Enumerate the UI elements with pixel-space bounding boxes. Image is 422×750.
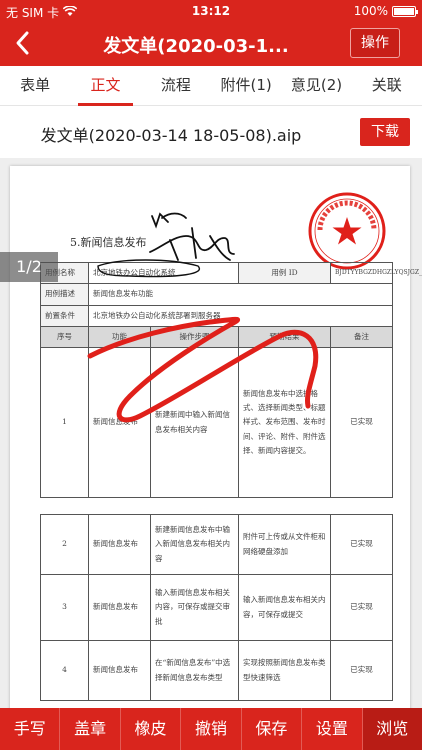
case-name-value: 北京地铁办公自动化系统 (88, 261, 239, 285)
section-title: 5.新闻信息发布 (70, 236, 147, 249)
col-note: 备注 (330, 325, 393, 349)
row-steps: 新建新闻信息发布中输入新闻信息发布相关内容 (150, 514, 239, 575)
top-header: 无 SIM 卡 13:12 100% 发文单(2020-03-1... 操作 (0, 0, 422, 66)
col-function: 功能 (88, 325, 151, 349)
row-note: 已实现 (330, 514, 393, 575)
file-name: 发文单(2020-03-14 18-05-08).aip (40, 126, 302, 145)
bottom-toolbar: 手写 盖章 橡皮 撤销 保存 设置 浏览 (0, 708, 422, 750)
test-case-table-continued: 2 新闻信息发布 新建新闻信息发布中输入新闻信息发布相关内容 附件可上传或从文件… (40, 514, 393, 701)
table-row: 3 新闻信息发布 输入新闻信息发布相关内容，可保存或提交审批 输入新闻信息发布相… (40, 574, 393, 641)
row-no: 3 (40, 574, 89, 641)
table-header-row: 序号 功能 操作步骤 预期结果 备注 (40, 325, 393, 349)
row-note: 已实现 (330, 347, 393, 498)
undo-button[interactable]: 撤销 (181, 708, 242, 750)
case-id-label: 用例 ID (238, 261, 331, 285)
case-id-value: BJDTYYBGZDHGZLYQSJGZ_GNCS_003 (330, 261, 422, 285)
row-expected: 实现按照新闻信息发布类型快速筛选 (238, 640, 331, 701)
download-button[interactable]: 下载 (360, 118, 410, 146)
document-page[interactable]: 5.新闻信息发布 用例名称 北京地铁办公自动化系统 用例 ID BJDTYYBG… (10, 166, 422, 708)
table-row: 1 新闻信息发布 新建新闻中输入新闻信息发布相关内容 新闻信息发布中选择格式、选… (40, 347, 393, 498)
settings-button[interactable]: 设置 (302, 708, 363, 750)
row-expected: 新闻信息发布中选择格式、选择新闻类型、标题样式、发布范围、发布时间、评论、附件、… (238, 347, 331, 498)
tab-form[interactable]: 表单 (0, 66, 70, 105)
row-function: 新闻信息发布 (88, 574, 151, 641)
document-viewer[interactable]: 5.新闻信息发布 用例名称 北京地铁办公自动化系统 用例 ID BJDTYYBG… (0, 158, 422, 708)
stamp-button[interactable]: 盖章 (60, 708, 121, 750)
row-no: 4 (40, 640, 89, 701)
row-function: 新闻信息发布 (88, 347, 151, 498)
battery-percent: 100% (353, 4, 388, 18)
file-row: 发文单(2020-03-14 18-05-08).aip 下载 (0, 106, 422, 158)
action-button[interactable]: 操作 (350, 28, 400, 58)
back-arrow-icon[interactable] (10, 28, 36, 58)
row-no: 1 (40, 347, 89, 498)
row-function: 新闻信息发布 (88, 640, 151, 701)
col-expected: 预期结果 (238, 325, 331, 349)
tab-bar: 表单 正文 流程 附件(1) 意见(2) 关联 (0, 66, 422, 106)
row-steps: 输入新闻信息发布相关内容，可保存或提交审批 (150, 574, 239, 641)
tab-body-text[interactable]: 正文 (70, 66, 140, 106)
handwrite-button[interactable]: 手写 (0, 708, 61, 750)
nav-bar: 发文单(2020-03-1... 操作 (0, 22, 422, 66)
tab-opinions[interactable]: 意见(2) (281, 66, 351, 105)
row-expected: 输入新闻信息发布相关内容，可保存或提交 (238, 574, 331, 641)
row-expected: 附件可上传或从文件柜和网络硬盘添加 (238, 514, 331, 575)
tab-attachments[interactable]: 附件(1) (211, 66, 281, 105)
case-desc-value: 新闻信息发布功能 (88, 283, 393, 306)
test-case-table: 用例名称 北京地铁办公自动化系统 用例 ID BJDTYYBGZDHGZLYQS… (40, 261, 422, 498)
row-function: 新闻信息发布 (88, 514, 151, 575)
eraser-button[interactable]: 橡皮 (121, 708, 182, 750)
row-steps: 在“新闻信息发布”中选择新闻信息发布类型 (150, 640, 239, 701)
tab-flow[interactable]: 流程 (141, 66, 211, 105)
table-row: 4 新闻信息发布 在“新闻信息发布”中选择新闻信息发布类型 实现按照新闻信息发布… (40, 640, 393, 701)
row-note: 已实现 (330, 640, 393, 701)
case-desc-label: 用例描述 (40, 283, 89, 306)
precondition-label: 前置条件 (40, 304, 89, 327)
row-no: 2 (40, 514, 89, 575)
precondition-value: 北京地铁办公自动化系统部署到服务器 (88, 304, 393, 327)
col-steps: 操作步骤 (150, 325, 239, 349)
battery-fill (394, 7, 414, 15)
page-indicator: 1/2 (0, 252, 58, 282)
status-bar: 无 SIM 卡 13:12 100% (0, 0, 422, 22)
table-row: 2 新闻信息发布 新建新闻信息发布中输入新闻信息发布相关内容 附件可上传或从文件… (40, 514, 393, 575)
save-button[interactable]: 保存 (242, 708, 303, 750)
tab-related[interactable]: 关联 (352, 66, 422, 105)
row-note: 已实现 (330, 574, 393, 641)
page-title: 发文单(2020-03-1... (103, 36, 289, 57)
col-no: 序号 (40, 325, 89, 349)
browse-button[interactable]: 浏览 (362, 708, 422, 750)
row-steps: 新建新闻中输入新闻信息发布相关内容 (150, 347, 239, 498)
battery-icon (392, 5, 418, 17)
official-seal-icon (308, 192, 386, 270)
handwritten-signature (149, 212, 235, 261)
